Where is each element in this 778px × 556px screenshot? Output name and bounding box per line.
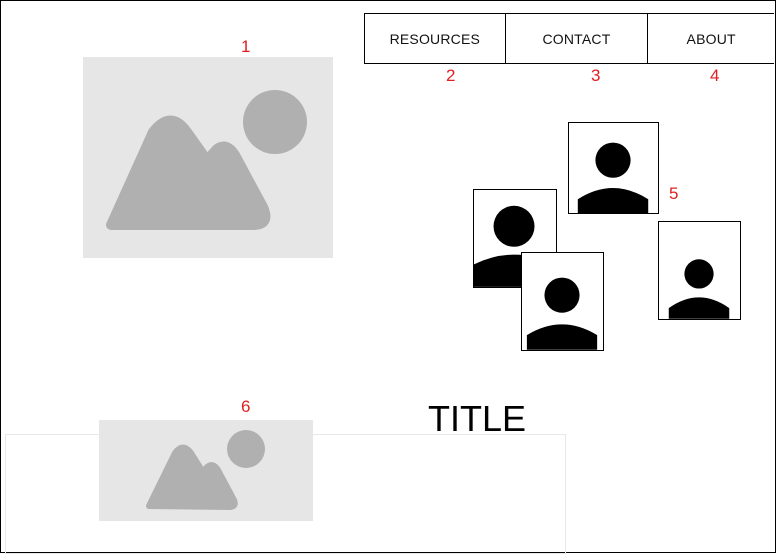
page-title: TITLE <box>428 398 527 439</box>
annotation-1: 1 <box>241 37 251 56</box>
secondary-image-placeholder <box>99 420 313 521</box>
hero-image-placeholder <box>83 57 333 258</box>
image-placeholder-icon <box>146 430 265 510</box>
avatar[interactable] <box>568 122 659 214</box>
annotation-5: 5 <box>669 184 679 203</box>
avatar[interactable] <box>521 252 604 351</box>
person-avatar-icon <box>668 259 730 319</box>
avatar[interactable] <box>658 221 741 320</box>
nav-contact[interactable]: CONTACT <box>506 14 649 63</box>
annotation-4: 4 <box>710 66 720 85</box>
person-avatar-icon <box>526 277 598 350</box>
person-avatar-icon <box>577 142 649 213</box>
annotation-6: 6 <box>241 397 251 416</box>
top-nav: RESOURCES CONTACT ABOUT <box>364 13 774 64</box>
nav-resources[interactable]: RESOURCES <box>365 14 506 63</box>
image-placeholder-icon <box>106 90 307 230</box>
annotation-2: 2 <box>446 66 456 85</box>
nav-about[interactable]: ABOUT <box>648 14 774 63</box>
annotation-3: 3 <box>591 66 601 85</box>
